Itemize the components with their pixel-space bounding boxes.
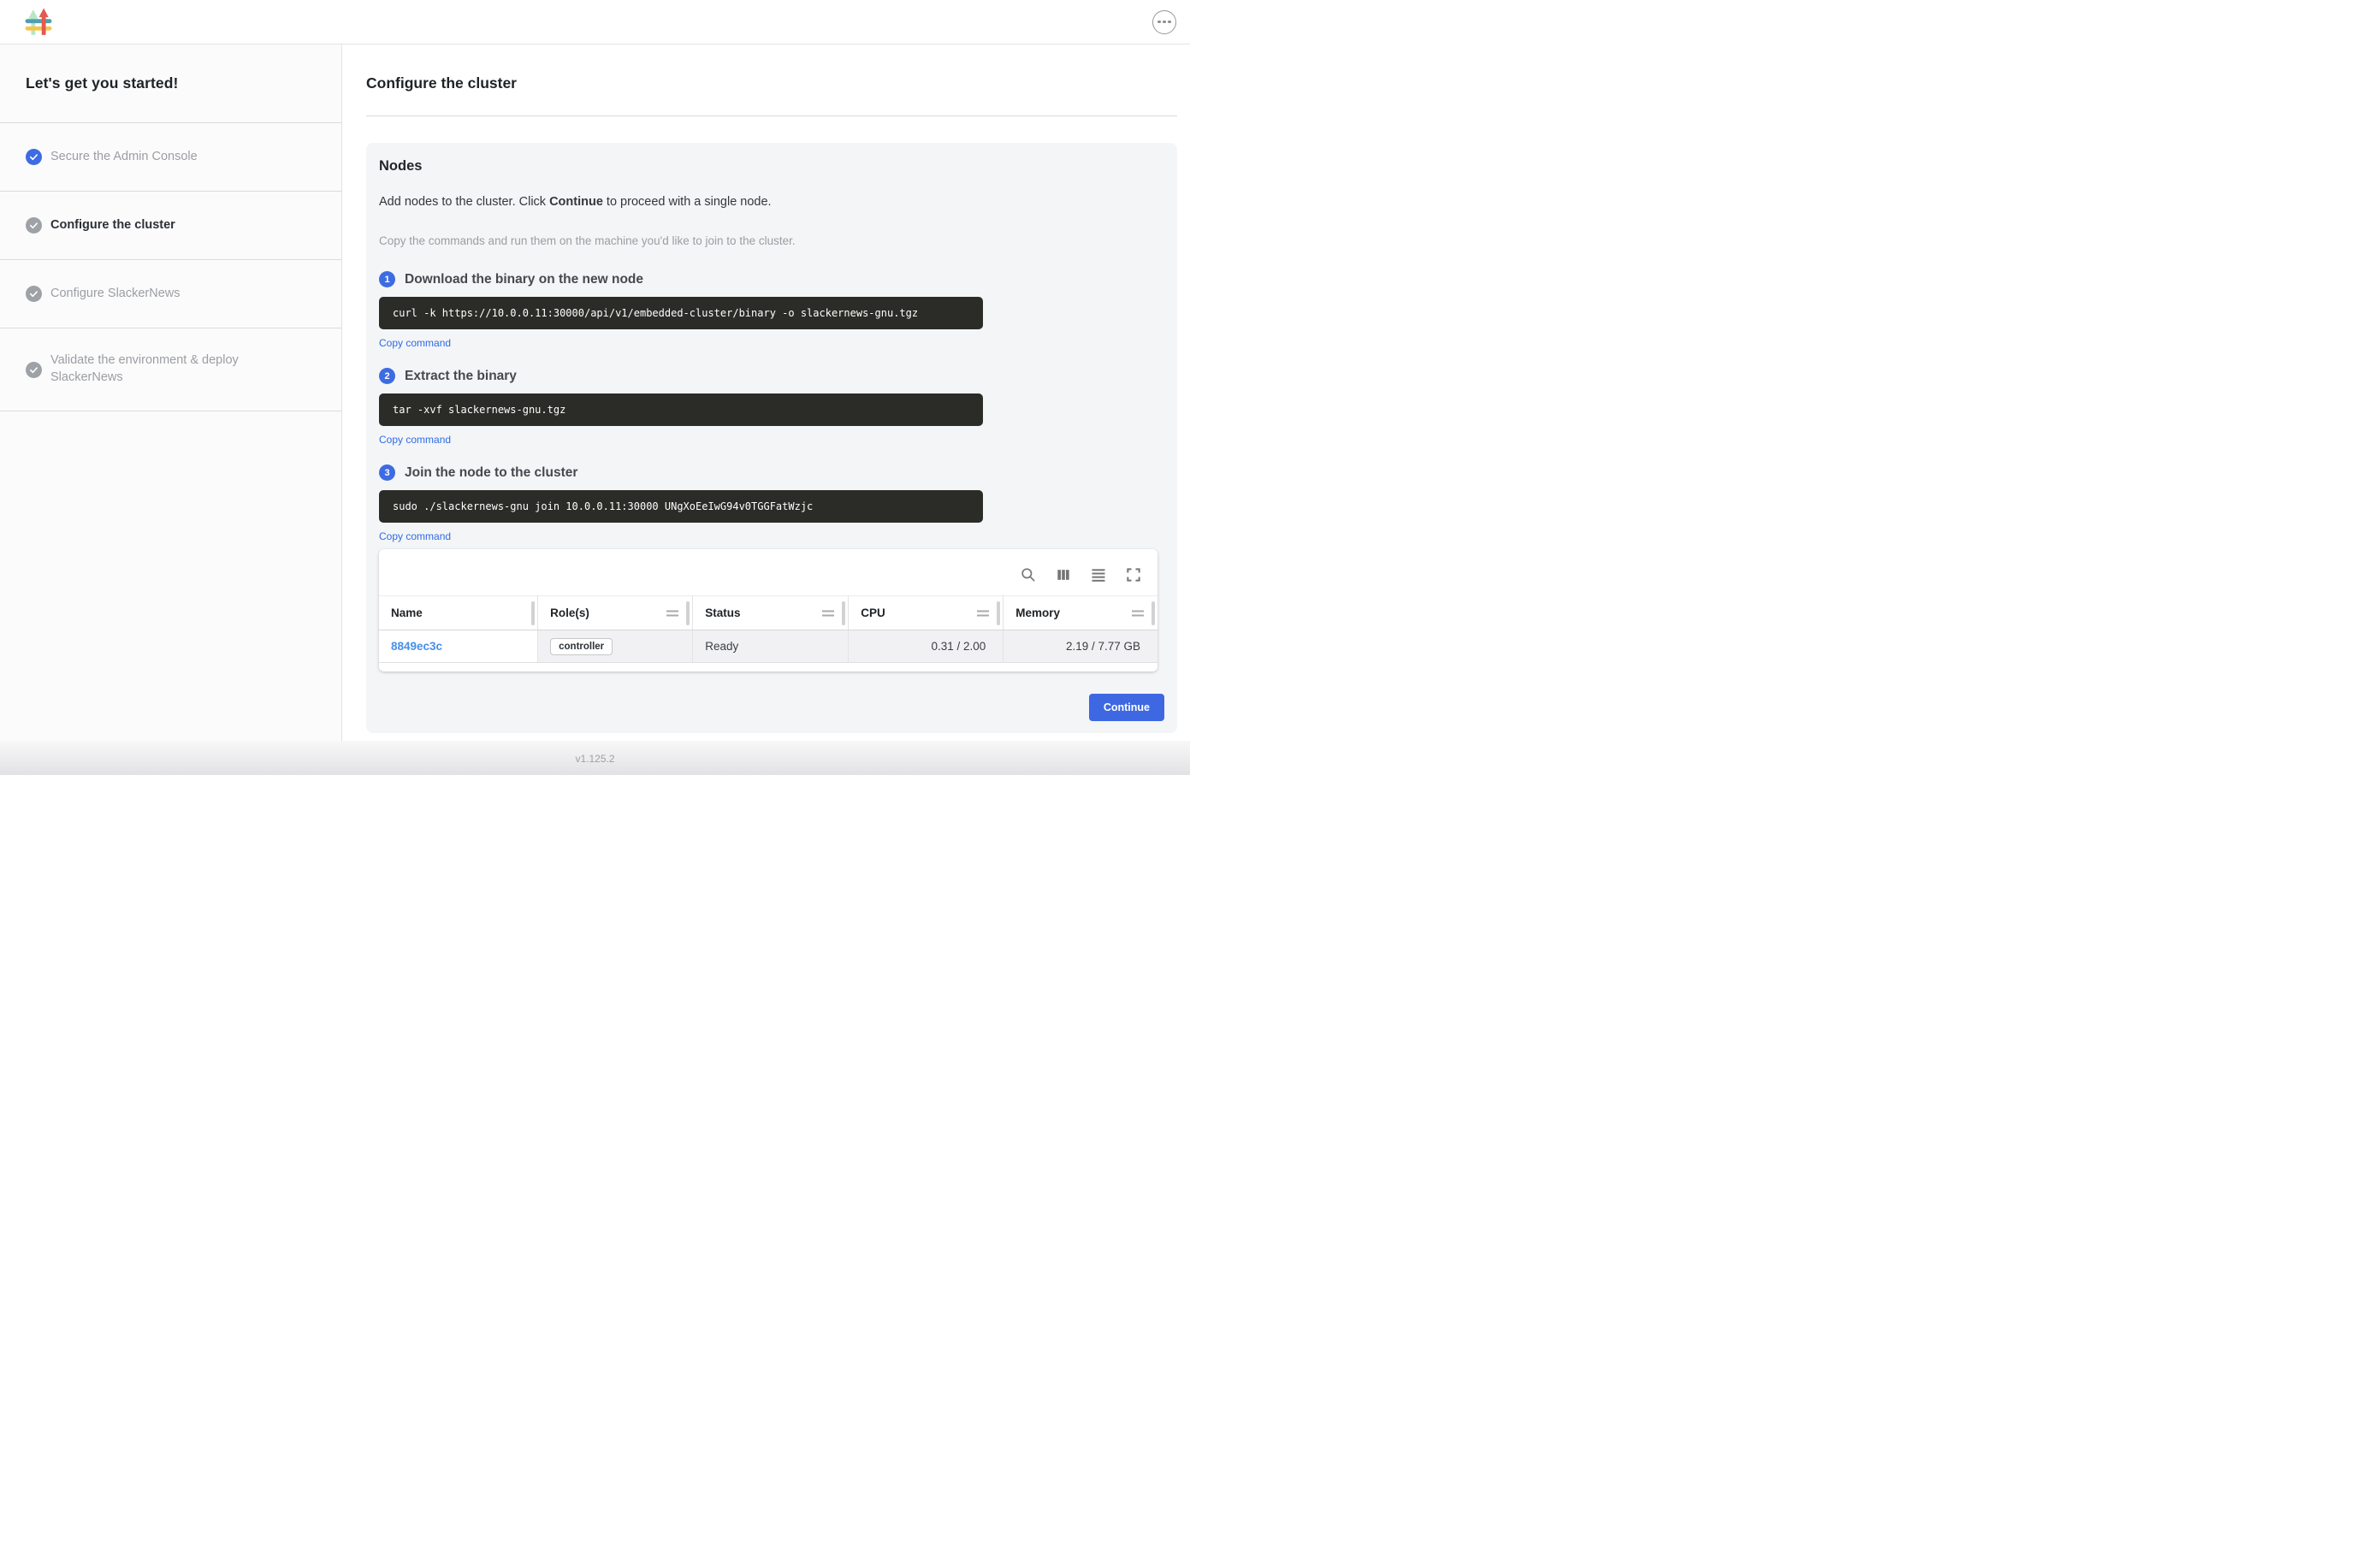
- ellipsis-dot: [1168, 21, 1171, 24]
- node-status-cell: Ready: [693, 630, 849, 663]
- nodes-table-card: Name Role(s) Status: [379, 549, 1157, 671]
- fullscreen-icon[interactable]: [1125, 566, 1142, 583]
- top-bar: [0, 0, 1190, 44]
- sidebar-item-validate-deploy[interactable]: Validate the environment & deploy Slacke…: [0, 328, 341, 411]
- step-1-number-badge: 1: [379, 271, 395, 287]
- setup-checklist-sidebar: Let's get you started! Secure the Admin …: [0, 44, 342, 741]
- step-3-number-badge: 3: [379, 464, 395, 481]
- join-instructions-text: Copy the commands and run them on the ma…: [379, 234, 1164, 247]
- column-header-roles[interactable]: Role(s): [538, 596, 693, 630]
- sidebar-item-configure-cluster[interactable]: Configure the cluster: [0, 192, 341, 260]
- role-badge: controller: [550, 638, 613, 655]
- density-icon[interactable]: [1090, 566, 1107, 583]
- step-1-title: Download the binary on the new node: [405, 272, 643, 287]
- step-2-header: 2 Extract the binary: [379, 368, 1164, 384]
- intro-continue-word: Continue: [549, 195, 603, 209]
- step-3-title: Join the node to the cluster: [405, 465, 577, 481]
- nodes-card: Nodes Add nodes to the cluster. Click Co…: [366, 143, 1177, 733]
- column-label: Name: [391, 606, 423, 619]
- column-resize-handle[interactable]: [997, 601, 1000, 625]
- sidebar-item-label: Configure SlackerNews: [50, 286, 181, 303]
- table-toolbar: [379, 549, 1157, 595]
- node-cpu-cell: 0.31 / 2.00: [849, 630, 1004, 663]
- show-columns-icon[interactable]: [1055, 566, 1072, 583]
- app-footer: v1.125.2: [0, 741, 1190, 775]
- title-divider: [366, 115, 1177, 116]
- check-circle-pending-icon: [26, 286, 42, 302]
- sidebar-heading: Let's get you started!: [0, 44, 341, 123]
- column-label: Memory: [1015, 606, 1060, 619]
- main-content: Configure the cluster Nodes Add nodes to…: [342, 44, 1190, 741]
- column-resize-handle[interactable]: [531, 601, 535, 625]
- nodes-heading: Nodes: [379, 158, 1164, 175]
- node-roles-cell: controller: [538, 630, 693, 663]
- check-circle-pending-icon: [26, 362, 42, 378]
- ellipsis-dot: [1157, 21, 1161, 24]
- column-drag-icon[interactable]: [1132, 610, 1144, 616]
- ellipsis-dot: [1163, 21, 1166, 24]
- step-2-copy-command-link[interactable]: Copy command: [379, 434, 451, 446]
- nodes-intro-text: Add nodes to the cluster. Click Continue…: [379, 195, 1164, 209]
- column-label: CPU: [861, 606, 885, 619]
- column-resize-handle[interactable]: [842, 601, 845, 625]
- table-header-row: Name Role(s) Status: [379, 596, 1157, 630]
- overflow-menu-button[interactable]: [1152, 10, 1176, 34]
- step-2-title: Extract the binary: [405, 369, 517, 384]
- page-title: Configure the cluster: [366, 75, 1177, 91]
- step-1-copy-command-link[interactable]: Copy command: [379, 337, 451, 349]
- intro-suffix: to proceed with a single node.: [603, 195, 772, 209]
- slackernews-logo-icon: [25, 8, 52, 36]
- sidebar-item-label: Secure the Admin Console: [50, 149, 198, 166]
- node-name-cell: 8849ec3c: [379, 630, 538, 663]
- column-label: Role(s): [550, 606, 589, 619]
- search-icon[interactable]: [1020, 566, 1037, 583]
- step-3-header: 3 Join the node to the cluster: [379, 464, 1164, 481]
- step-2-number-badge: 2: [379, 368, 395, 384]
- node-name-link[interactable]: 8849ec3c: [391, 640, 442, 653]
- sidebar-item-label: Configure the cluster: [50, 217, 175, 234]
- step-1-command-code: curl -k https://10.0.0.11:30000/api/v1/e…: [379, 297, 983, 329]
- continue-button[interactable]: Continue: [1089, 694, 1164, 721]
- step-1-header: 1 Download the binary on the new node: [379, 271, 1164, 287]
- check-circle-done-icon: [26, 149, 42, 165]
- column-drag-icon[interactable]: [977, 610, 989, 616]
- column-header-cpu[interactable]: CPU: [849, 596, 1004, 630]
- sidebar-item-configure-slackernews[interactable]: Configure SlackerNews: [0, 260, 341, 328]
- column-resize-handle[interactable]: [686, 601, 690, 625]
- column-header-memory[interactable]: Memory: [1004, 596, 1157, 630]
- column-drag-icon[interactable]: [822, 610, 834, 616]
- step-2-command-code: tar -xvf slackernews-gnu.tgz: [379, 393, 983, 426]
- column-header-status[interactable]: Status: [693, 596, 849, 630]
- sidebar-item-label: Validate the environment & deploy Slacke…: [50, 352, 264, 386]
- check-circle-pending-icon: [26, 217, 42, 234]
- sidebar-item-secure-admin-console[interactable]: Secure the Admin Console: [0, 123, 341, 192]
- step-3-command-code: sudo ./slackernews-gnu join 10.0.0.11:30…: [379, 490, 983, 523]
- version-label: v1.125.2: [575, 753, 614, 765]
- column-resize-handle[interactable]: [1152, 601, 1155, 625]
- step-3-copy-command-link[interactable]: Copy command: [379, 530, 451, 542]
- continue-row: Continue: [379, 694, 1164, 721]
- table-row-node: 8849ec3c controller Ready 0.31 / 2.00 2.…: [379, 630, 1157, 663]
- column-drag-icon[interactable]: [666, 610, 678, 616]
- column-label: Status: [705, 606, 740, 619]
- nodes-table: Name Role(s) Status: [379, 595, 1157, 663]
- node-memory-cell: 2.19 / 7.77 GB: [1004, 630, 1157, 663]
- column-header-name[interactable]: Name: [379, 596, 538, 630]
- intro-prefix: Add nodes to the cluster. Click: [379, 195, 549, 209]
